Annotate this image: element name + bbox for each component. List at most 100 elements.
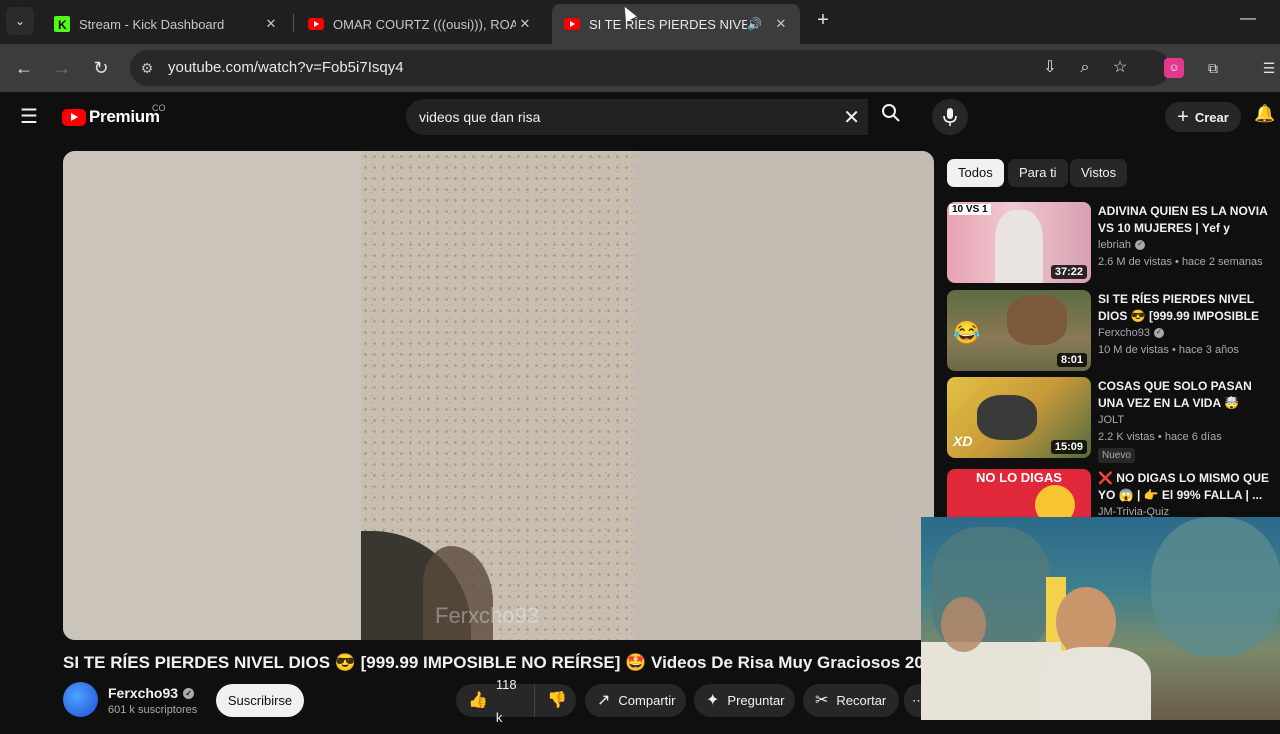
close-tab-icon[interactable]: ✕: [772, 16, 790, 32]
chip-vistos[interactable]: Vistos: [1070, 159, 1128, 187]
back-arrow-icon[interactable]: ←: [12, 56, 36, 80]
recommendation-channel-row[interactable]: lebriah ✓: [1098, 239, 1146, 251]
notifications-bell-icon[interactable]: 🔔: [1254, 104, 1278, 124]
video-watermark: Ferxcho93: [435, 603, 539, 628]
thumbnail-label: 😂: [953, 320, 981, 345]
video-thumbnail[interactable]: XD 15:09: [947, 377, 1091, 458]
recommendation-item[interactable]: 10 VS 1 37:22 ADIVINA QUIEN ES LA NOVIA …: [947, 202, 1277, 284]
channel-name-row[interactable]: Ferxcho93 ✓: [108, 685, 195, 701]
share-label: Compartir: [618, 693, 676, 708]
forward-arrow-icon[interactable]: →: [50, 56, 74, 80]
url-text[interactable]: youtube.com/watch?v=Fob5i7Isqy4: [168, 59, 404, 76]
reading-list-icon[interactable]: ☰: [1259, 58, 1279, 78]
recommendation-channel-row[interactable]: JM-Trivia-Quiz: [1098, 506, 1169, 517]
browser-tab-strip: ⌄ K Stream - Kick Dashboard ✕ OMAR COURT…: [0, 0, 1280, 44]
install-app-icon[interactable]: ⇩: [1038, 56, 1062, 80]
video-duration: 37:22: [1050, 265, 1087, 279]
dislike-button[interactable]: 👎: [534, 684, 576, 717]
verified-check-icon: ✓: [1135, 240, 1146, 250]
thumbnail-person: [995, 210, 1043, 283]
bookmark-star-icon[interactable]: ☆: [1108, 56, 1132, 80]
recommendation-item[interactable]: 😂 8:01 SI TE RÍES PIERDES NIVEL DIOS 😎 […: [947, 290, 1277, 372]
recommendation-channel-row[interactable]: JOLT: [1098, 414, 1124, 426]
video-thumbnail[interactable]: NO LO DIGAS: [947, 469, 1091, 517]
create-button[interactable]: + Crear: [1165, 102, 1241, 132]
like-button[interactable]: 👍 118 k: [456, 677, 534, 725]
thumbs-down-icon: 👎: [547, 692, 567, 709]
recommendation-item[interactable]: XD 15:09 COSAS QUE SOLO PASAN UNA VEZ EN…: [947, 377, 1277, 463]
like-count: 118 k: [495, 676, 517, 725]
close-tab-icon[interactable]: ✕: [262, 16, 280, 32]
recommendation-title[interactable]: ❌ NO DIGAS LO MISMO QUE YO 😱 | 👉 El 99% …: [1098, 470, 1274, 504]
tab-omar-courtz[interactable]: OMAR COURTZ (((ousi))), ROA ✕: [296, 4, 544, 44]
tab-title: SI TE RÍES PIERDES NIVEL D: [589, 16, 748, 32]
youtube-premium-logo[interactable]: Premium CO: [62, 103, 166, 127]
tab-search-chevron-icon[interactable]: ⌄: [6, 7, 34, 35]
zoom-icon[interactable]: ⌕: [1073, 56, 1097, 80]
video-title: SI TE RÍES PIERDES NIVEL DIOS 😎 [999.99 …: [63, 653, 923, 672]
share-button[interactable]: ↗ Compartir: [585, 684, 686, 717]
extensions-puzzle-icon[interactable]: ⧉: [1203, 58, 1223, 78]
new-tab-plus-icon[interactable]: +: [812, 10, 834, 32]
thumbnail-horse: [1007, 295, 1067, 345]
youtube-play-icon: [62, 108, 86, 126]
thumbnail-emoji-face: [1035, 485, 1075, 517]
kick-icon: K: [54, 16, 70, 32]
ask-label: Preguntar: [727, 693, 785, 708]
channel-avatar[interactable]: [63, 682, 98, 717]
thumbs-up-icon: 👍: [468, 692, 488, 709]
recommendation-item[interactable]: NO LO DIGAS ❌ NO DIGAS LO MISMO QUE YO 😱…: [947, 469, 1277, 517]
thumbnail-label: XD: [953, 433, 973, 449]
thumbnail-donkey: [977, 395, 1037, 440]
video-player[interactable]: Ferxcho93: [63, 151, 934, 640]
recommendation-title[interactable]: SI TE RÍES PIERDES NIVEL DIOS 😎 [999.99 …: [1098, 291, 1274, 325]
background-elephant-right: [1151, 517, 1280, 657]
subscribe-button[interactable]: Suscribirse: [216, 684, 304, 717]
search-icon[interactable]: [868, 99, 914, 135]
search-input[interactable]: videos que dan risa ✕: [406, 99, 868, 135]
streamer-body: [1041, 647, 1151, 720]
recommendation-meta: 2.6 M de vistas • hace 2 semanas: [1098, 256, 1263, 268]
clip-button[interactable]: ✂ Recortar: [803, 684, 899, 717]
youtube-icon: [564, 16, 580, 32]
plus-icon: +: [1177, 105, 1189, 128]
create-label: Crear: [1194, 109, 1229, 125]
video-duration: 15:09: [1050, 440, 1087, 454]
channel-name[interactable]: Ferxcho93: [108, 685, 178, 701]
search-query[interactable]: videos que dan risa: [419, 109, 540, 125]
recommendation-channel[interactable]: JM-Trivia-Quiz: [1098, 506, 1169, 517]
recommendation-meta: 2.2 K vistas • hace 6 días: [1098, 431, 1222, 443]
tab-title: OMAR COURTZ (((ousi))), ROA: [333, 16, 516, 32]
recommendation-title[interactable]: COSAS QUE SOLO PASAN UNA VEZ EN LA VIDA …: [1098, 378, 1274, 412]
video-thumbnail[interactable]: 10 VS 1 37:22: [947, 202, 1091, 283]
tab-kick-dashboard[interactable]: K Stream - Kick Dashboard ✕: [42, 4, 290, 44]
recommendation-meta: 10 M de vistas • hace 3 años: [1098, 344, 1239, 356]
ask-button[interactable]: ✦ Preguntar: [694, 684, 795, 717]
youtube-header: ☰ Premium CO videos que dan risa ✕ + Cre…: [0, 92, 1280, 142]
microphone-icon[interactable]: [932, 99, 968, 135]
hamburger-menu-icon[interactable]: ☰: [20, 106, 42, 128]
recommendation-channel[interactable]: lebriah: [1098, 239, 1131, 251]
site-settings-icon[interactable]: ⚙: [138, 59, 156, 77]
recommendation-title[interactable]: ADIVINA QUIEN ES LA NOVIA VS 10 MUJERES …: [1098, 203, 1274, 237]
webcam-overlay: [921, 517, 1280, 720]
speaker-icon[interactable]: 🔊: [747, 17, 762, 31]
close-tab-icon[interactable]: ✕: [516, 16, 534, 32]
country-code: CO: [152, 103, 166, 113]
extension-profile-icon[interactable]: ☺: [1164, 58, 1184, 78]
new-badge: Nuevo: [1098, 448, 1135, 463]
youtube-icon: [308, 16, 324, 32]
address-bar[interactable]: ⚙ youtube.com/watch?v=Fob5i7Isqy4 ⇩ ⌕ ☆: [130, 50, 1170, 86]
tab-si-te-ries[interactable]: SI TE RÍES PIERDES NIVEL D 🔊 ✕: [552, 4, 800, 44]
recommendation-channel[interactable]: JOLT: [1098, 414, 1124, 426]
reload-icon[interactable]: ↻: [89, 56, 113, 80]
tab-title: Stream - Kick Dashboard: [79, 16, 225, 32]
chip-para-ti[interactable]: Para ti: [1008, 159, 1068, 187]
video-thumbnail[interactable]: 😂 8:01: [947, 290, 1091, 371]
clear-search-icon[interactable]: ✕: [843, 105, 860, 130]
minimize-window-icon[interactable]: —: [1238, 10, 1258, 28]
chip-todos[interactable]: Todos: [947, 159, 1004, 187]
recommendation-channel[interactable]: Ferxcho93: [1098, 327, 1150, 339]
background-wall: [921, 642, 1061, 720]
recommendation-channel-row[interactable]: Ferxcho93 ✓: [1098, 327, 1164, 339]
